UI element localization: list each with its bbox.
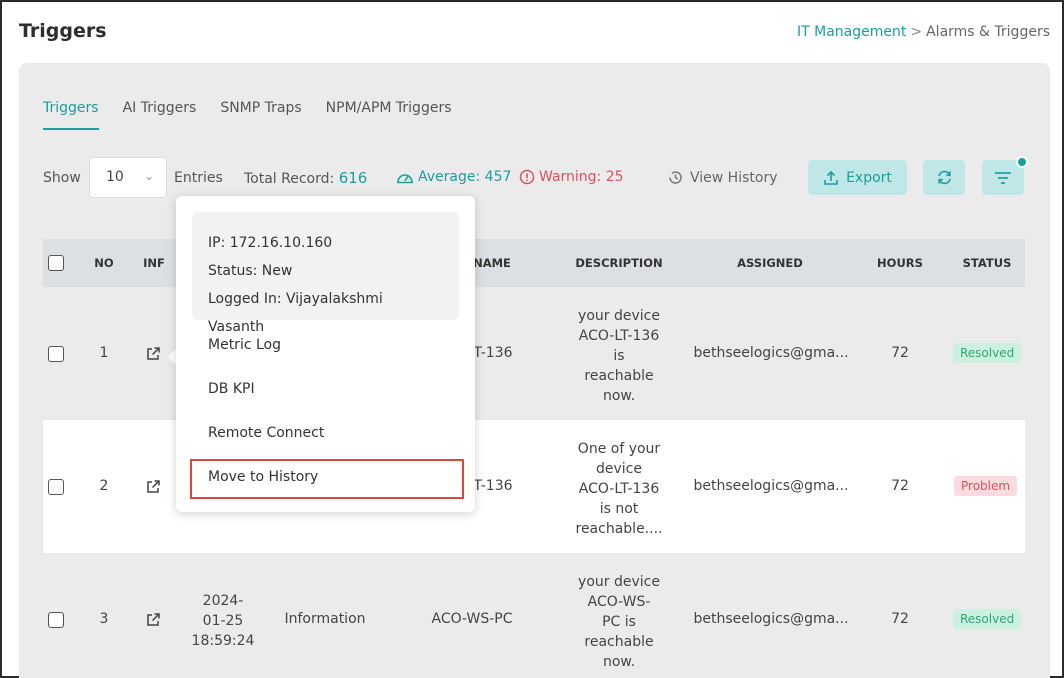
refresh-icon (937, 170, 951, 185)
menu-item-remote-connect[interactable]: Remote Connect (208, 425, 324, 441)
select-all-checkbox[interactable] (48, 255, 64, 271)
row-no: 3 (99, 611, 109, 627)
export-label: Export (846, 169, 892, 186)
menu-item-move-to-history[interactable]: Move to History (208, 469, 318, 485)
row-no: 1 (99, 345, 109, 361)
view-history-button[interactable]: View History (667, 169, 777, 186)
header-assigned: ASSIGNED (737, 256, 803, 270)
header-status: STATUS (962, 256, 1012, 270)
warning-indicator: Warning: 25 (519, 169, 624, 185)
total-record-value: 616 (338, 169, 368, 187)
menu-item-db-kpi[interactable]: DB KPI (208, 381, 255, 397)
refresh-button[interactable] (923, 160, 965, 195)
upload-icon (824, 170, 838, 185)
warning-label: Warning: 25 (539, 169, 624, 185)
row-assigned: bethseelogics@gma... (693, 611, 849, 627)
menu-item-metric-log[interactable]: Metric Log (208, 337, 281, 353)
row-checkbox[interactable] (48, 612, 64, 628)
total-record-label: Total Record: (244, 171, 335, 187)
device-ip: IP: 172.16.10.160 (208, 235, 333, 251)
entries-label: Entries (174, 170, 223, 186)
tab-snmp-traps[interactable]: SNMP Traps (220, 100, 301, 130)
device-status: Status: New (208, 263, 293, 279)
header-hours: HOURS (877, 256, 923, 270)
average-indicator: Average: 457 (396, 169, 511, 185)
tab-triggers[interactable]: Triggers (43, 100, 99, 130)
row-description: your device ACO-LT-136 is reachable now. (578, 308, 660, 404)
entries-select-value: 10 (106, 169, 124, 185)
header-no: NO (94, 256, 114, 270)
export-button[interactable]: Export (808, 160, 907, 195)
status-badge: Resolved (953, 609, 1022, 629)
filter-active-dot (1016, 156, 1028, 168)
breadcrumb-link-it-management[interactable]: IT Management (797, 24, 906, 40)
external-link-icon[interactable] (145, 612, 161, 631)
show-label: Show (43, 170, 81, 186)
breadcrumb: IT Management > Alarms & Triggers (797, 24, 1050, 40)
status-badge: Problem (954, 476, 1018, 496)
header-name: NAME (473, 256, 511, 270)
average-label: Average: 457 (418, 169, 512, 185)
chevron-down-icon: ⌄ (143, 169, 154, 183)
row-checkbox[interactable] (48, 479, 64, 495)
row-severity: Information (284, 611, 366, 627)
entries-select[interactable]: 10 ⌄ (89, 157, 167, 198)
filter-lines-icon (995, 171, 1011, 184)
device-logged-in: Logged In: Vijayalakshmi Vasanth (208, 291, 383, 335)
header-info: INF (143, 256, 165, 270)
view-history-label: View History (690, 169, 778, 186)
device-info-box: IP: 172.16.10.160 Status: New Logged In:… (192, 212, 459, 335)
tab-ai-triggers[interactable]: AI Triggers (123, 100, 197, 130)
row-name: ACO-WS-PC (431, 611, 513, 627)
breadcrumb-current: Alarms & Triggers (926, 24, 1050, 40)
alert-circle-icon (519, 169, 535, 185)
row-description: your device ACO-WS- PC is reachable now. (578, 574, 660, 670)
row-assigned: bethseelogics@gma... (693, 345, 849, 361)
history-icon (669, 171, 682, 184)
tab-bar: Triggers AI Triggers SNMP Traps NPM/APM … (43, 100, 452, 130)
row-checkbox[interactable] (48, 346, 64, 362)
table-row[interactable]: 3 2024- 01-25 18:59:24 Information ACO-W… (43, 553, 1025, 678)
row-hours: 72 (891, 611, 909, 627)
header-description: DESCRIPTION (575, 256, 663, 270)
breadcrumb-separator: > (910, 24, 923, 40)
row-assigned: bethseelogics@gma... (693, 478, 849, 494)
row-datetime: 2024- 01-25 18:59:24 (191, 593, 255, 649)
gauge-icon (397, 174, 413, 184)
row-no: 2 (99, 478, 109, 494)
row-hours: 72 (891, 478, 909, 494)
external-link-icon[interactable] (145, 346, 161, 365)
row-actions-popup: IP: 172.16.10.160 Status: New Logged In:… (176, 196, 475, 512)
total-record: Total Record: 616 (244, 169, 367, 187)
row-description: One of your device ACO-LT-136 is not rea… (575, 441, 663, 537)
tab-npm-apm-triggers[interactable]: NPM/APM Triggers (326, 100, 452, 130)
row-hours: 72 (891, 345, 909, 361)
status-badge: Resolved (953, 343, 1022, 363)
page-title: Triggers (19, 20, 107, 42)
external-link-icon[interactable] (145, 479, 161, 498)
